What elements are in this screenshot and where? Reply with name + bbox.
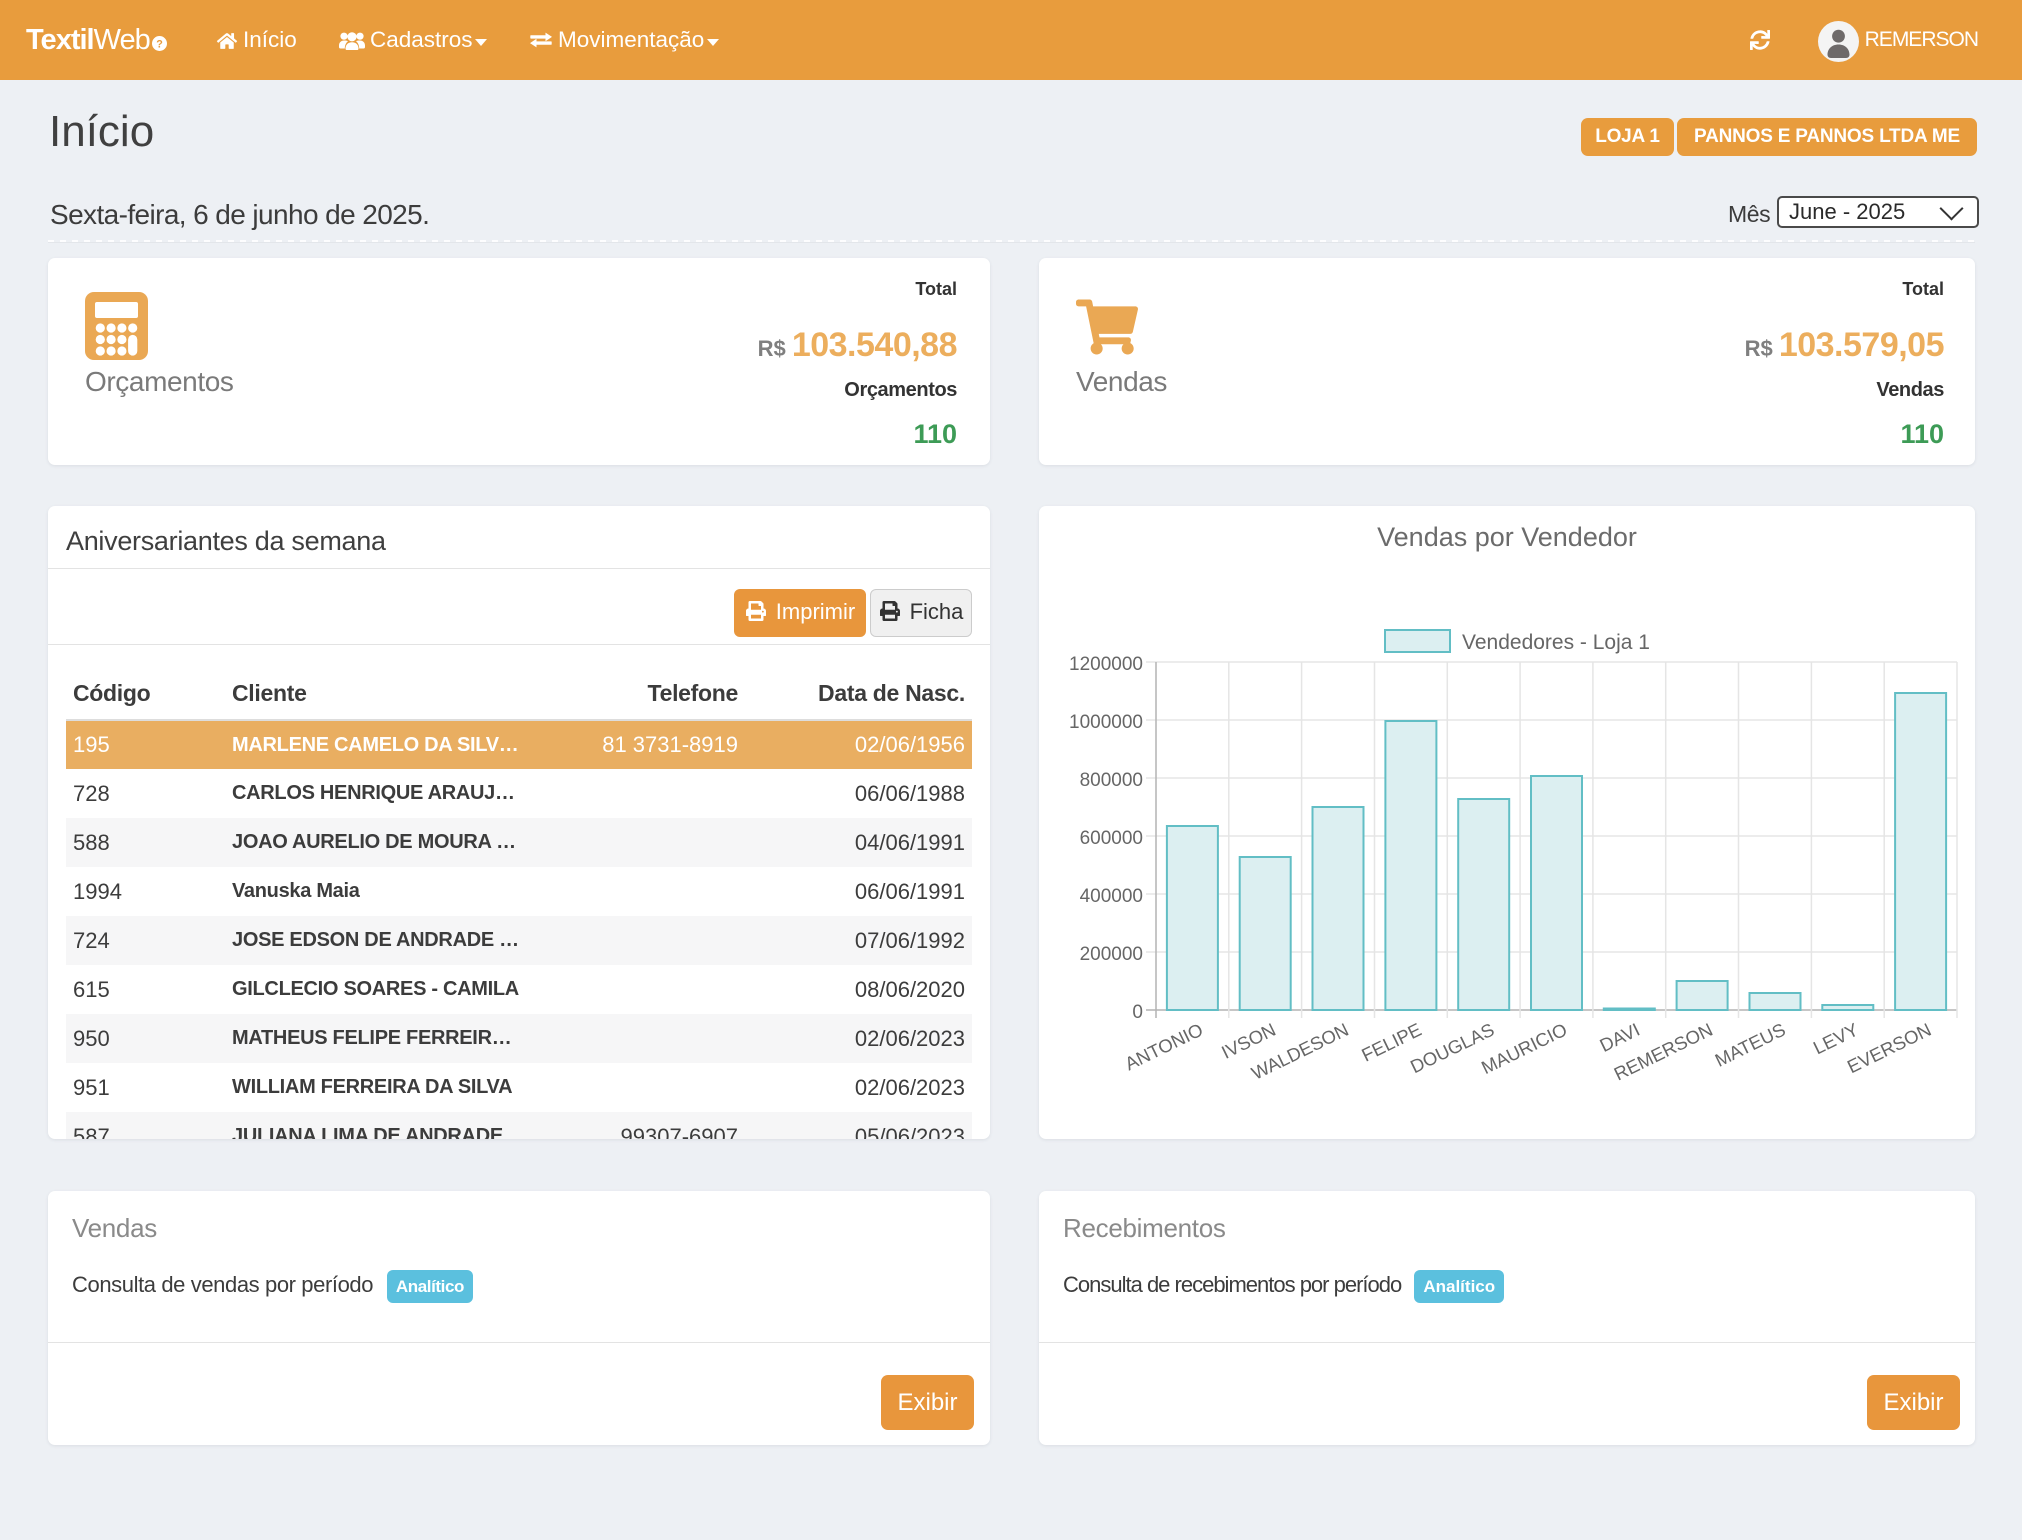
svg-text:LEVY: LEVY [1810,1019,1862,1059]
svg-text:1200000: 1200000 [1069,654,1143,675]
svg-text:800000: 800000 [1080,770,1143,791]
svg-text:ANTONIO: ANTONIO [1121,1019,1206,1075]
svg-text:200000: 200000 [1080,944,1143,965]
svg-text:Vendas por Vendedor: Vendas por Vendedor [1377,522,1637,552]
svg-text:Vendedores - Loja 1: Vendedores - Loja 1 [1462,631,1650,654]
svg-text:DAVI: DAVI [1596,1019,1643,1056]
svg-text:?: ? [156,38,163,50]
svg-text:0: 0 [1132,1002,1143,1023]
svg-text:1000000: 1000000 [1069,712,1143,733]
svg-text:400000: 400000 [1080,886,1143,907]
svg-text:600000: 600000 [1080,828,1143,849]
svg-text:MATEUS: MATEUS [1711,1019,1788,1071]
svg-text:EVERSON: EVERSON [1844,1019,1935,1078]
